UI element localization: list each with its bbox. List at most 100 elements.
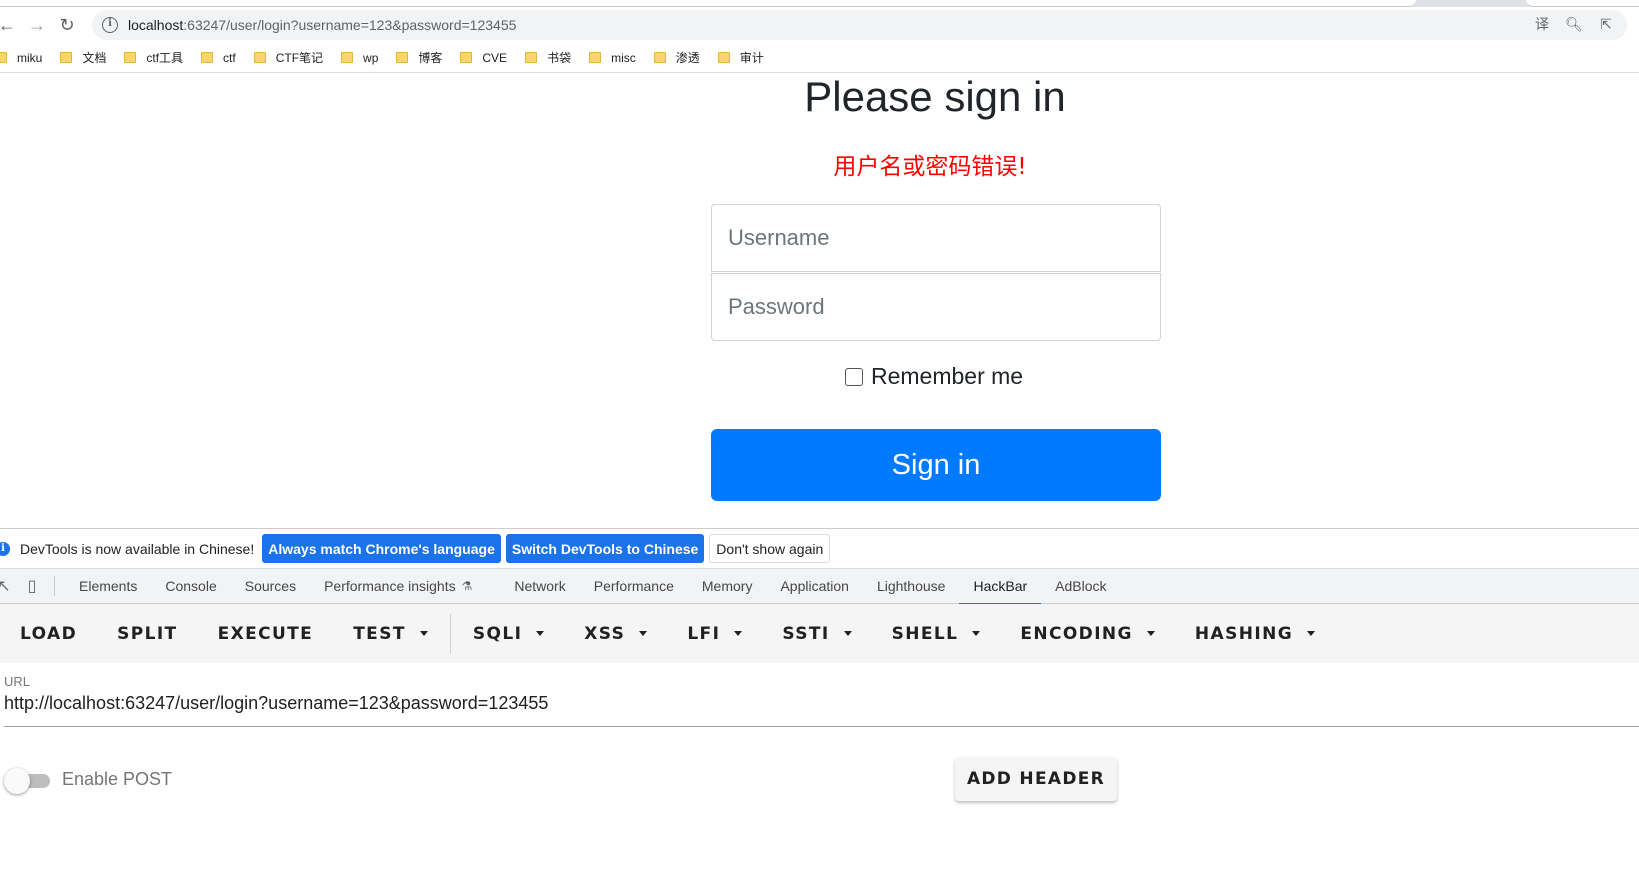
hackbar-url-field[interactable]: URL http://localhost:63247/user/login?us… <box>4 674 1639 727</box>
dropdown-caret-icon <box>734 631 743 636</box>
folder-icon <box>589 52 602 63</box>
device-toolbar-icon[interactable]: ▯ <box>18 572 46 600</box>
add-header-button[interactable]: ADD HEADER <box>955 757 1117 801</box>
tab-performance[interactable]: Performance <box>580 569 688 604</box>
bookmark-item[interactable]: 文档 <box>60 46 106 70</box>
xss-button[interactable]: XSS <box>564 604 667 663</box>
bookmark-item[interactable]: wp <box>341 46 378 70</box>
tab-network[interactable]: Network <box>500 569 579 604</box>
bookmarks-bar: miku 文档 ctf工具 ctf CTF笔记 wp 博客 CVE 书袋 misc 渗透 审计 <box>0 43 1639 73</box>
tab-label: Network <box>514 578 566 594</box>
dont-show-again-button[interactable]: Don't show again <box>709 534 831 563</box>
sign-in-button[interactable]: Sign in <box>711 429 1161 501</box>
url-path: :63247/user/login?username=123&password=… <box>183 17 517 33</box>
inspect-element-icon[interactable]: ↖ <box>0 572 18 600</box>
hashing-button[interactable]: HASHING <box>1175 604 1335 663</box>
folder-icon <box>341 52 354 63</box>
experiment-beaker-icon: ⚗ <box>461 579 473 593</box>
bookmark-item[interactable]: 审计 <box>717 46 764 70</box>
reload-icon[interactable]: ↻ <box>52 10 82 40</box>
tab-console[interactable]: Console <box>151 569 230 604</box>
button-label: SHELL <box>891 623 959 644</box>
bookmark-item[interactable]: misc <box>589 46 636 70</box>
folder-icon <box>124 52 137 63</box>
button-label: SPLIT <box>117 623 178 644</box>
bookmark-item[interactable]: 渗透 <box>653 46 700 70</box>
tab-label: Performance <box>593 578 674 594</box>
bookmark-item[interactable]: ctf <box>201 46 236 70</box>
post-row: Enable POST ADD HEADER <box>0 757 1639 807</box>
split-button[interactable]: SPLIT <box>97 604 197 663</box>
toolbar-divider <box>449 613 451 654</box>
bookmark-label: 审计 <box>739 51 764 65</box>
tab-sources[interactable]: Sources <box>231 569 310 604</box>
bookmark-item[interactable]: miku <box>0 46 42 70</box>
load-button[interactable]: LOAD <box>0 604 97 663</box>
bookmark-label: 博客 <box>418 51 443 65</box>
bookmark-item[interactable]: CVE <box>460 46 507 70</box>
bookmark-label: 渗透 <box>675 51 700 65</box>
devtools-panel: i DevTools is now available in Chinese! … <box>0 528 1639 890</box>
encoding-button[interactable]: ENCODING <box>1000 604 1175 663</box>
back-icon[interactable]: ← <box>0 10 22 40</box>
bookmark-label: CTF笔记 <box>275 51 324 65</box>
button-label: LOAD <box>20 623 78 644</box>
inactive-tab[interactable] <box>1526 0 1639 7</box>
toggle-knob[interactable] <box>4 768 30 794</box>
bookmark-label: ctf工具 <box>146 51 184 65</box>
tab-application[interactable]: Application <box>766 569 863 604</box>
button-label: TEST <box>353 623 406 644</box>
ssti-button[interactable]: SSTI <box>762 604 871 663</box>
forward-icon[interactable]: → <box>22 10 52 40</box>
share-icon[interactable]: ⇱ <box>1597 15 1615 33</box>
site-info-icon[interactable]: i <box>102 17 118 33</box>
remember-checkbox[interactable] <box>845 367 863 386</box>
tab-label: Sources <box>244 578 297 594</box>
url-input[interactable]: http://localhost:63247/user/login?userna… <box>4 693 1639 727</box>
tab-performance-insights[interactable]: Performance insights ⚗ <box>310 569 486 604</box>
tabbar-divider <box>54 576 55 596</box>
password-input[interactable]: Password <box>711 273 1161 341</box>
tab-memory[interactable]: Memory <box>688 569 767 604</box>
tab-lighthouse[interactable]: Lighthouse <box>863 569 960 604</box>
devtools-tabbar: ↖ ▯ Elements Console Sources Performance in… <box>0 569 1639 605</box>
bookmark-label: 书袋 <box>547 51 572 65</box>
bookmark-label: 文档 <box>82 51 107 65</box>
shell-button[interactable]: SHELL <box>872 604 1001 663</box>
zoom-icon[interactable]: 🔍︎ <box>1565 15 1583 33</box>
dropdown-caret-icon <box>972 631 981 636</box>
remember-me[interactable]: Remember me <box>845 363 1023 390</box>
dropdown-caret-icon <box>1307 631 1316 636</box>
folder-icon <box>460 52 473 63</box>
username-input[interactable]: Username <box>711 204 1161 272</box>
tab-label: Memory <box>701 578 753 594</box>
tab-label: Application <box>780 578 849 594</box>
sqli-button[interactable]: SQLI <box>453 604 564 663</box>
execute-button[interactable]: EXECUTE <box>198 604 334 663</box>
address-bar[interactable]: i localhost:63247/user/login?username=12… <box>92 10 1627 40</box>
switch-devtools-chinese-button[interactable]: Switch DevTools to Chinese <box>505 534 705 563</box>
bookmark-label: ctf <box>223 50 236 65</box>
tab-label: Console <box>165 578 217 594</box>
lfi-button[interactable]: LFI <box>667 604 762 663</box>
tab-adblock[interactable]: AdBlock <box>1041 569 1120 604</box>
test-button[interactable]: TEST <box>333 604 448 663</box>
translate-icon[interactable]: 译 <box>1533 15 1551 33</box>
bookmark-item[interactable]: ctf工具 <box>124 46 183 70</box>
dropdown-caret-icon <box>639 631 648 636</box>
dropdown-caret-icon <box>536 631 545 636</box>
always-match-language-button[interactable]: Always match Chrome's language <box>262 534 501 563</box>
hackbar-toolbar: LOAD SPLIT EXECUTE TEST SQLI XSS LFI SSTI SHELL E… <box>0 604 1639 663</box>
bookmark-item[interactable]: 书袋 <box>525 46 571 70</box>
username-placeholder: Username <box>728 225 830 250</box>
tab-elements[interactable]: Elements <box>65 569 151 604</box>
address-url[interactable]: localhost:63247/user/login?username=123&… <box>128 17 516 33</box>
folder-icon <box>0 52 7 63</box>
bookmark-item[interactable]: 博客 <box>396 46 442 70</box>
tab-label: Lighthouse <box>876 578 946 594</box>
bookmark-label: CVE <box>482 50 508 65</box>
active-tab[interactable] <box>0 0 1416 7</box>
enable-post-toggle[interactable] <box>4 768 52 794</box>
bookmark-item[interactable]: CTF笔记 <box>253 46 324 70</box>
tab-hackbar[interactable]: HackBar <box>959 569 1041 605</box>
